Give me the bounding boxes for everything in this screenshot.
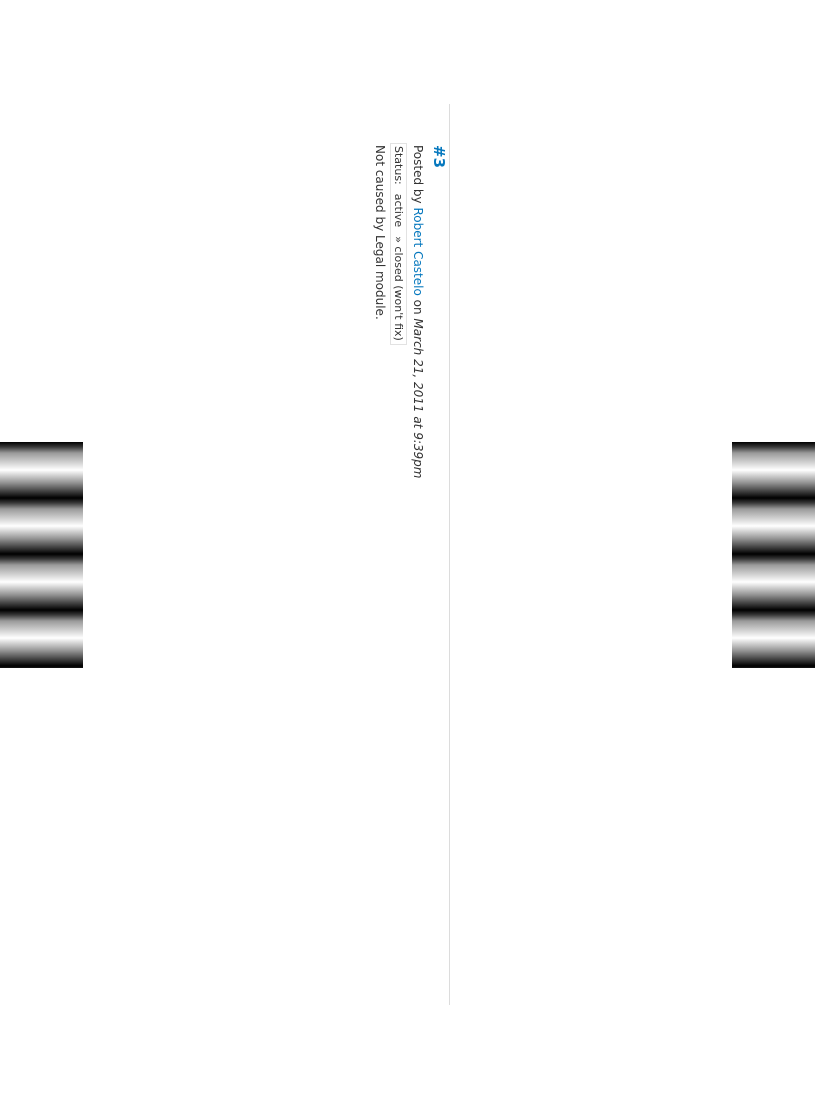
comment-body: Not caused by Legal module. xyxy=(373,145,387,320)
posted-by-label: Posted by xyxy=(411,145,425,204)
comment-panel: #3 Posted by Robert Castelo on March 21,… xyxy=(372,143,448,543)
page-canvas: #3 Posted by Robert Castelo on March 21,… xyxy=(0,0,815,1110)
on-label: on xyxy=(411,299,425,315)
status-change-table: Status: active » closed (won't fix) xyxy=(390,143,407,345)
comment-permalink[interactable]: #3 xyxy=(430,145,448,543)
status-row: Status: active » closed (won't fix) xyxy=(391,144,407,345)
vertical-divider xyxy=(449,104,450,1005)
status-old-value: active xyxy=(392,193,405,228)
post-date: March 21, 2011 at 9:39pm xyxy=(411,318,425,479)
status-label: Status: xyxy=(392,146,405,185)
left-striped-band xyxy=(0,442,83,668)
submitted-line: Posted by Robert Castelo on March 21, 20… xyxy=(410,145,425,543)
status-new-value: » closed (won't fix) xyxy=(392,236,405,341)
author-link[interactable]: Robert Castelo xyxy=(411,207,425,295)
right-striped-band xyxy=(732,442,815,668)
